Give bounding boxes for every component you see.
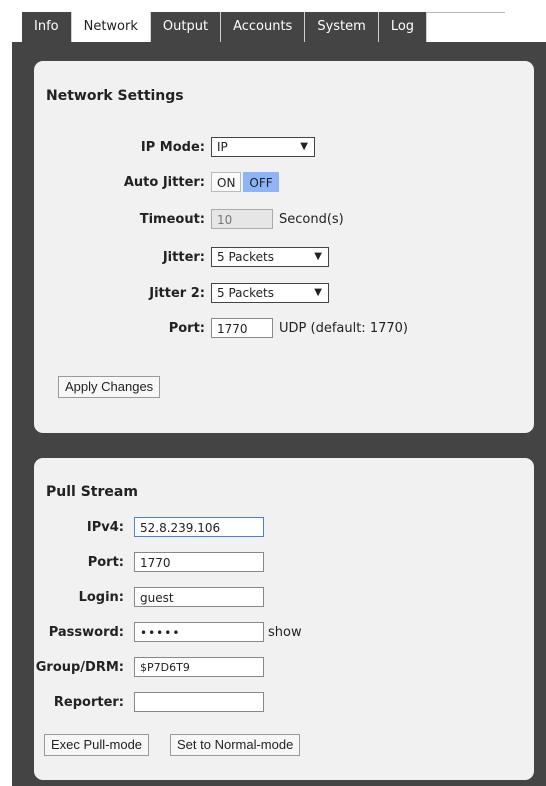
tab-system[interactable]: System — [305, 12, 379, 42]
auto-jitter-off-button[interactable]: OFF — [243, 172, 279, 192]
triangle-down-icon: ▼ — [314, 251, 322, 262]
jitter-row: Jitter: 5 Packets ▼ — [34, 245, 329, 269]
reporter-row: Reporter: — [34, 690, 264, 714]
ipv4-label: IPv4: — [86, 519, 124, 535]
port-label: Port: — [168, 320, 205, 336]
content-frame: Network Settings IP Mode: IP ▼ Auto Jitt… — [12, 42, 546, 786]
auto-jitter-label: Auto Jitter: — [123, 174, 205, 190]
exec-pull-mode-button[interactable]: Exec Pull-mode — [44, 734, 150, 756]
password-label: Password: — [48, 624, 124, 640]
port-hint: UDP (default: 1770) — [279, 320, 408, 336]
tab-info[interactable]: Info — [22, 12, 72, 42]
jitter2-row: Jitter 2: 5 Packets ▼ — [34, 281, 329, 305]
login-row: Login: guest — [34, 585, 264, 609]
pull-stream-panel: Pull Stream IPv4: 52.8.239.106 Port: 177… — [34, 458, 534, 780]
port-input[interactable]: 1770 — [211, 318, 273, 338]
login-label: Login: — [78, 589, 124, 605]
tab-bar-filler — [427, 12, 506, 42]
apply-changes-button[interactable]: Apply Changes — [58, 376, 161, 398]
ip-mode-label: IP Mode: — [140, 139, 205, 155]
group-input[interactable]: $P7D6T9 — [134, 657, 264, 677]
tab-accounts[interactable]: Accounts — [221, 12, 306, 42]
tab-network[interactable]: Network — [71, 12, 151, 42]
ip-mode-value: IP — [217, 140, 228, 154]
jitter2-label: Jitter 2: — [149, 285, 205, 301]
timeout-label: Timeout: — [139, 211, 205, 227]
password-row: Password: ••••• show — [34, 620, 302, 644]
port-row: Port: 1770 UDP (default: 1770) — [34, 316, 408, 340]
jitter2-select[interactable]: 5 Packets ▼ — [211, 283, 329, 303]
triangle-down-icon: ▼ — [300, 141, 308, 152]
reporter-input[interactable] — [134, 692, 264, 712]
timeout-input[interactable]: 10 — [211, 209, 273, 229]
show-password-link[interactable]: show — [268, 625, 302, 640]
timeout-unit: Second(s) — [279, 211, 344, 227]
group-row: Group/DRM: $P7D6T9 — [34, 655, 264, 679]
triangle-down-icon: ▼ — [314, 287, 322, 298]
password-input[interactable]: ••••• — [134, 622, 264, 642]
ip-mode-select[interactable]: IP ▼ — [211, 137, 315, 157]
pull-port-label: Port: — [87, 554, 124, 570]
jitter-label: Jitter: — [162, 249, 205, 265]
pull-stream-title: Pull Stream — [46, 484, 138, 500]
tab-log[interactable]: Log — [378, 12, 428, 42]
ip-mode-row: IP Mode: IP ▼ — [34, 135, 315, 159]
set-normal-mode-button[interactable]: Set to Normal-mode — [170, 734, 301, 756]
ipv4-row: IPv4: 52.8.239.106 — [34, 515, 264, 539]
pull-port-row: Port: 1770 — [34, 550, 264, 574]
tab-output[interactable]: Output — [150, 12, 222, 42]
ipv4-input[interactable]: 52.8.239.106 — [134, 517, 264, 537]
timeout-row: Timeout: 10 Second(s) — [34, 207, 344, 231]
network-settings-panel: Network Settings IP Mode: IP ▼ Auto Jitt… — [34, 61, 534, 433]
auto-jitter-row: Auto Jitter: ON OFF — [34, 170, 279, 194]
jitter-select[interactable]: 5 Packets ▼ — [211, 247, 329, 267]
reporter-label: Reporter: — [53, 694, 124, 710]
jitter-value: 5 Packets — [217, 250, 274, 264]
network-settings-title: Network Settings — [46, 88, 184, 104]
pull-port-input[interactable]: 1770 — [134, 552, 264, 572]
tab-bar: Info Network Output Accounts System Log — [22, 12, 506, 42]
login-input[interactable]: guest — [134, 587, 264, 607]
auto-jitter-on-button[interactable]: ON — [211, 172, 242, 192]
group-label: Group/DRM: — [35, 659, 124, 675]
jitter2-value: 5 Packets — [217, 286, 274, 300]
